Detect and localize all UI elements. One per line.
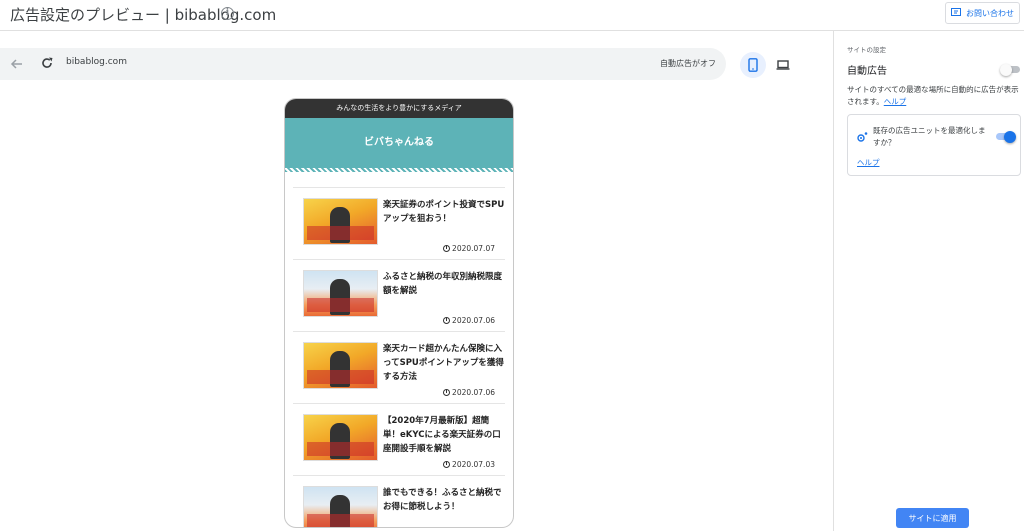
clock-icon — [443, 245, 451, 252]
thumbnail-caption — [307, 370, 374, 384]
site-tagline: みんなの生活をより豊かにするメディア — [285, 99, 513, 118]
post-list: 楽天証券のポイント投資でSPUアップを狙おう！ 2020.07.07 ふるさと納税の… — [293, 187, 505, 527]
thumbnail-caption — [307, 442, 374, 456]
post-date-text: 2020.07.03 — [452, 460, 495, 469]
post-date: 2020.07.07 — [443, 244, 495, 253]
post-date: 2020.07.06 — [443, 388, 495, 397]
post-date-text: 2020.07.06 — [452, 316, 495, 325]
optimize-toggle[interactable] — [996, 130, 1016, 143]
mobile-view-button[interactable] — [740, 52, 766, 78]
thumbnail-caption — [307, 514, 374, 527]
post-date-text: 2020.07.06 — [452, 388, 495, 397]
back-arrow-icon[interactable] — [10, 57, 24, 71]
post-title[interactable]: 【2020年7月最新版】超簡単！eKYCによる楽天証券の口座開設手順を解説 — [383, 414, 505, 456]
auto-ads-toggle[interactable] — [1000, 63, 1020, 76]
post-title[interactable]: 楽天証券のポイント投資でSPUアップを狙おう！ — [383, 198, 505, 226]
thumbnail-caption — [307, 226, 374, 240]
optimize-question: 既存の広告ユニットを最適化しますか？ — [873, 126, 986, 147]
site-name-banner[interactable]: ビバちゃんねる — [285, 118, 513, 172]
feedback-icon — [951, 8, 961, 16]
help-link[interactable]: ヘルプ — [884, 97, 907, 106]
post-thumbnail[interactable] — [303, 486, 378, 527]
settings-section-label: サイトの設定 — [847, 46, 886, 54]
auto-ads-status: 自動広告がオフ — [660, 59, 716, 68]
settings-panel: サイトの設定 自動広告 サイトのすべての最適な場所に自動的に広告が表示されます。… — [833, 31, 1024, 531]
description-text: サイトのすべての最適な場所に自動的に広告が表示されます。 — [847, 85, 1019, 106]
auto-ads-description: サイトのすべての最適な場所に自動的に広告が表示されます。ヘルプ — [847, 84, 1019, 108]
post-date: 2020.07.06 — [443, 316, 495, 325]
optimize-units-card: 既存の広告ユニットを最適化しますか？ ヘルプ — [847, 114, 1021, 176]
thumbnail-caption — [307, 298, 374, 312]
clock-icon — [443, 461, 451, 468]
apply-to-site-button[interactable]: サイトに適用 — [896, 508, 969, 528]
clock-icon — [443, 317, 451, 324]
post-date-text: 2020.07.07 — [452, 244, 495, 253]
post-item[interactable]: 楽天証券のポイント投資でSPUアップを狙おう！ 2020.07.07 — [293, 187, 505, 259]
post-title[interactable]: 誰でもできる！ふるさと納税でお得に節税しよう！ — [383, 486, 505, 514]
url-text: bibablog.com — [66, 57, 127, 67]
post-item[interactable]: ふるさと納税の年収別納税限度額を解説 2020.07.06 — [293, 259, 505, 331]
post-title[interactable]: ふるさと納税の年収別納税限度額を解説 — [383, 270, 505, 298]
contact-button[interactable]: お問い合わせ — [945, 2, 1020, 24]
post-thumbnail[interactable] — [303, 342, 378, 389]
post-thumbnail[interactable] — [303, 270, 378, 317]
post-title[interactable]: 楽天カード超かんたん保険に入ってSPUポイントアップを獲得する方法 — [383, 342, 505, 384]
info-icon[interactable]: i — [221, 7, 234, 20]
post-item[interactable]: 誰でもできる！ふるさと納税でお得に節税しよう！ — [293, 475, 505, 527]
auto-ads-label: 自動広告 — [847, 66, 887, 77]
smartphone-icon — [748, 58, 758, 72]
post-thumbnail[interactable] — [303, 198, 378, 245]
post-date: 2020.07.03 — [443, 460, 495, 469]
post-item[interactable]: 楽天カード超かんたん保険に入ってSPUポイントアップを獲得する方法 2020.07… — [293, 331, 505, 403]
post-item[interactable]: 【2020年7月最新版】超簡単！eKYCによる楽天証券の口座開設手順を解説 202… — [293, 403, 505, 475]
top-bar: 広告設定のプレビュー | bibablog.com i お問い合わせ — [0, 0, 1024, 31]
reload-icon[interactable] — [40, 56, 54, 70]
desktop-view-button[interactable] — [770, 52, 796, 78]
contact-label: お問い合わせ — [966, 8, 1014, 18]
laptop-icon — [776, 60, 790, 70]
optimize-help-link[interactable]: ヘルプ — [857, 157, 880, 168]
clock-icon — [443, 389, 451, 396]
optimize-gear-icon — [857, 132, 868, 142]
page-title: 広告設定のプレビュー | bibablog.com — [10, 6, 277, 24]
post-thumbnail[interactable] — [303, 414, 378, 461]
mobile-preview-frame: みんなの生活をより豊かにするメディア ビバちゃんねる 楽天証券のポイント投資でS… — [284, 98, 514, 528]
preview-browser-bar: bibablog.com 自動広告がオフ — [0, 48, 726, 80]
